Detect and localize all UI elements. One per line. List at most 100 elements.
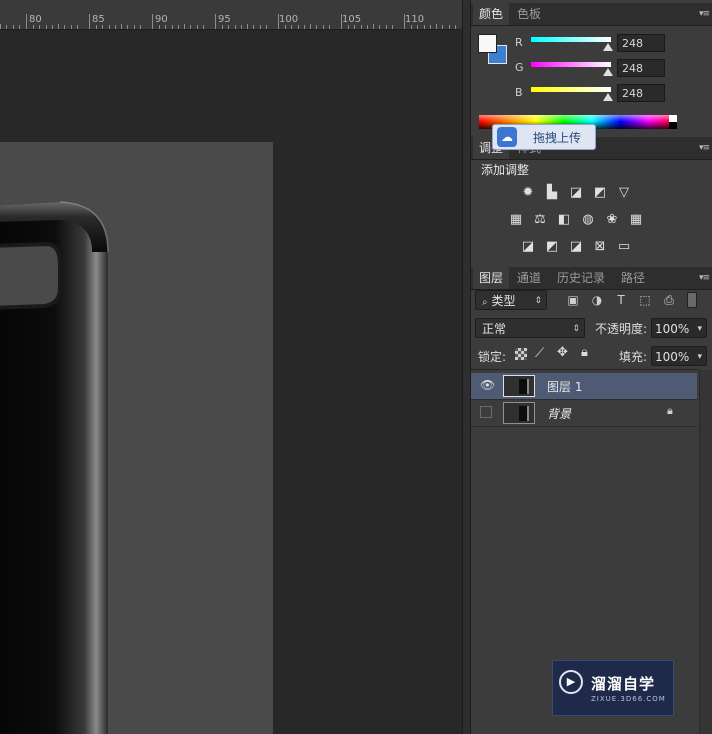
- channel-g-label: G: [515, 61, 524, 74]
- channel-b-thumb[interactable]: [603, 93, 613, 101]
- layer-thumbnail[interactable]: [503, 375, 535, 397]
- filter-adjustment-icon[interactable]: ◑: [589, 292, 605, 308]
- horizontal-ruler[interactable]: 80 85 90 95 100 105 110: [0, 0, 462, 30]
- layer-lock-icon: 🔒︎: [667, 404, 673, 417]
- watermark: ▶ 溜溜自学 ZIXUE.3D66.COM: [552, 660, 674, 716]
- layers-panel-menu-icon[interactable]: ▾≡: [699, 273, 710, 283]
- layer-filter-value: 类型: [491, 294, 516, 308]
- filter-pixel-icon[interactable]: ▣: [565, 292, 581, 308]
- lock-all-icon[interactable]: 🔒︎: [581, 345, 588, 360]
- watermark-title: 溜溜自学: [591, 675, 656, 693]
- divider: [471, 369, 699, 370]
- canvas-workspace[interactable]: 80 85 90 95 100 105 110: [0, 0, 462, 734]
- layers-panel-tabs: 图层 通道 历史记录 路径 ▾≡: [471, 267, 712, 290]
- channel-r-thumb[interactable]: [603, 43, 613, 51]
- filter-toggle-switch[interactable]: [687, 292, 697, 308]
- tab-history[interactable]: 历史记录: [551, 267, 611, 289]
- curves-icon[interactable]: ◪: [567, 185, 585, 201]
- cloud-upload-icon: ☁: [497, 127, 517, 147]
- search-icon: ⌕: [482, 297, 488, 308]
- ruler-tick-label: 110: [405, 14, 425, 25]
- fill-value: 100%: [655, 350, 690, 364]
- fill-label: 填充:: [619, 350, 648, 364]
- channel-mixer-icon[interactable]: ❀: [603, 212, 621, 228]
- dropdown-arrow-icon: ⇕: [572, 324, 580, 334]
- layer-name[interactable]: 图层 1: [547, 378, 582, 395]
- fill-field[interactable]: 100% ▾: [651, 346, 707, 366]
- exposure-icon[interactable]: ◩: [591, 185, 609, 201]
- blend-mode-value: 正常: [482, 322, 507, 336]
- hue-saturation-icon[interactable]: ▦: [507, 212, 525, 228]
- dropdown-arrow-icon: ⇕: [534, 296, 542, 306]
- ruler-tick-label: 85: [92, 14, 105, 25]
- upload-tooltip[interactable]: ☁ 拖拽上传: [492, 124, 596, 150]
- ruler-tick-label: 100: [279, 14, 299, 25]
- opacity-value: 100%: [655, 322, 690, 336]
- play-logo-icon: ▶: [559, 670, 583, 694]
- color-lookup-icon[interactable]: ▦: [627, 212, 645, 228]
- spectrum-black-swatch[interactable]: [669, 122, 677, 129]
- tab-channels[interactable]: 通道: [511, 267, 547, 289]
- ruler-tick-label: 80: [29, 14, 42, 25]
- gradient-map-icon[interactable]: ▭: [615, 239, 633, 255]
- lock-position-move-icon[interactable]: ✥: [557, 345, 568, 360]
- black-white-icon[interactable]: ◧: [555, 212, 573, 228]
- brightness-contrast-icon[interactable]: ✹: [519, 185, 537, 201]
- channel-r-label: R: [515, 36, 523, 49]
- channel-g-thumb[interactable]: [603, 68, 613, 76]
- layer-thumbnail[interactable]: [503, 402, 535, 424]
- channel-b-label: B: [515, 86, 523, 99]
- posterize-icon[interactable]: ◩: [543, 239, 561, 255]
- color-panel-menu-icon[interactable]: ▾≡: [699, 9, 710, 19]
- layer-name[interactable]: 背景: [547, 405, 571, 422]
- watermark-url: ZIXUE.3D66.COM: [591, 695, 666, 703]
- adjustments-title: 添加调整: [481, 163, 530, 177]
- channel-b-value[interactable]: 248: [617, 84, 665, 102]
- tooltip-label: 拖拽上传: [533, 131, 582, 145]
- blend-mode-dropdown[interactable]: 正常 ⇕: [475, 318, 585, 338]
- selective-color-icon[interactable]: ⊠: [591, 239, 609, 255]
- foreground-color-swatch[interactable]: [478, 34, 497, 53]
- chevron-down-icon[interactable]: ▾: [697, 347, 702, 367]
- ruler-tick-label: 95: [218, 14, 231, 25]
- invert-icon[interactable]: ◪: [519, 239, 537, 255]
- lock-transparency-icon[interactable]: [515, 348, 527, 360]
- channel-r-slider[interactable]: [531, 37, 611, 42]
- channel-b-slider[interactable]: [531, 87, 611, 92]
- document-canvas[interactable]: [0, 142, 273, 734]
- ruler-ticks: [0, 14, 456, 29]
- lock-label: 锁定:: [478, 350, 507, 364]
- chevron-down-icon[interactable]: ▾: [697, 319, 702, 339]
- color-balance-icon[interactable]: ⚖: [531, 212, 549, 228]
- filter-shape-icon[interactable]: ⬚: [637, 292, 653, 308]
- ruler-tick-label: 105: [342, 14, 362, 25]
- layer-row-background[interactable]: 背景 🔒︎: [471, 399, 697, 427]
- color-panel-tabs: 颜色 色板 ▾≡: [471, 3, 712, 26]
- channel-r-value[interactable]: 248: [617, 34, 665, 52]
- ruler-tick-label: 90: [155, 14, 168, 25]
- layer-filter-dropdown[interactable]: ⌕ 类型 ⇕: [475, 290, 547, 310]
- channel-g-slider[interactable]: [531, 62, 611, 67]
- tab-swatches[interactable]: 色板: [511, 3, 547, 25]
- threshold-icon[interactable]: ◪: [567, 239, 585, 255]
- opacity-field[interactable]: 100% ▾: [651, 318, 707, 338]
- filter-smart-object-icon[interactable]: ⎙: [661, 292, 677, 308]
- layer-row-layer-1[interactable]: 👁︎ 图层 1: [471, 373, 697, 399]
- eye-visibility-icon[interactable]: 👁︎: [480, 378, 495, 392]
- visibility-toggle-empty[interactable]: [480, 406, 492, 418]
- spectrum-white-swatch[interactable]: [669, 115, 677, 122]
- photo-filter-icon[interactable]: ◍: [579, 212, 597, 228]
- opacity-label: 不透明度:: [595, 322, 648, 336]
- panels-dock: 颜色 色板 ▾≡ R 248 G 248 B 248 调整 样式 ▾≡ 添加调整…: [470, 0, 712, 734]
- layers-scrollbar[interactable]: [699, 370, 712, 734]
- vibrance-icon[interactable]: ▽: [615, 185, 633, 201]
- tab-color[interactable]: 颜色: [473, 3, 510, 25]
- tab-layers[interactable]: 图层: [473, 267, 510, 289]
- levels-icon[interactable]: ▙: [543, 185, 561, 201]
- lock-pixels-brush-icon[interactable]: ⟋: [535, 346, 544, 361]
- channel-g-value[interactable]: 248: [617, 59, 665, 77]
- adjustments-panel-menu-icon[interactable]: ▾≡: [699, 143, 710, 153]
- tab-paths[interactable]: 路径: [615, 267, 651, 289]
- filter-type-icon[interactable]: T: [613, 292, 629, 308]
- bottle-artwork: [0, 201, 109, 734]
